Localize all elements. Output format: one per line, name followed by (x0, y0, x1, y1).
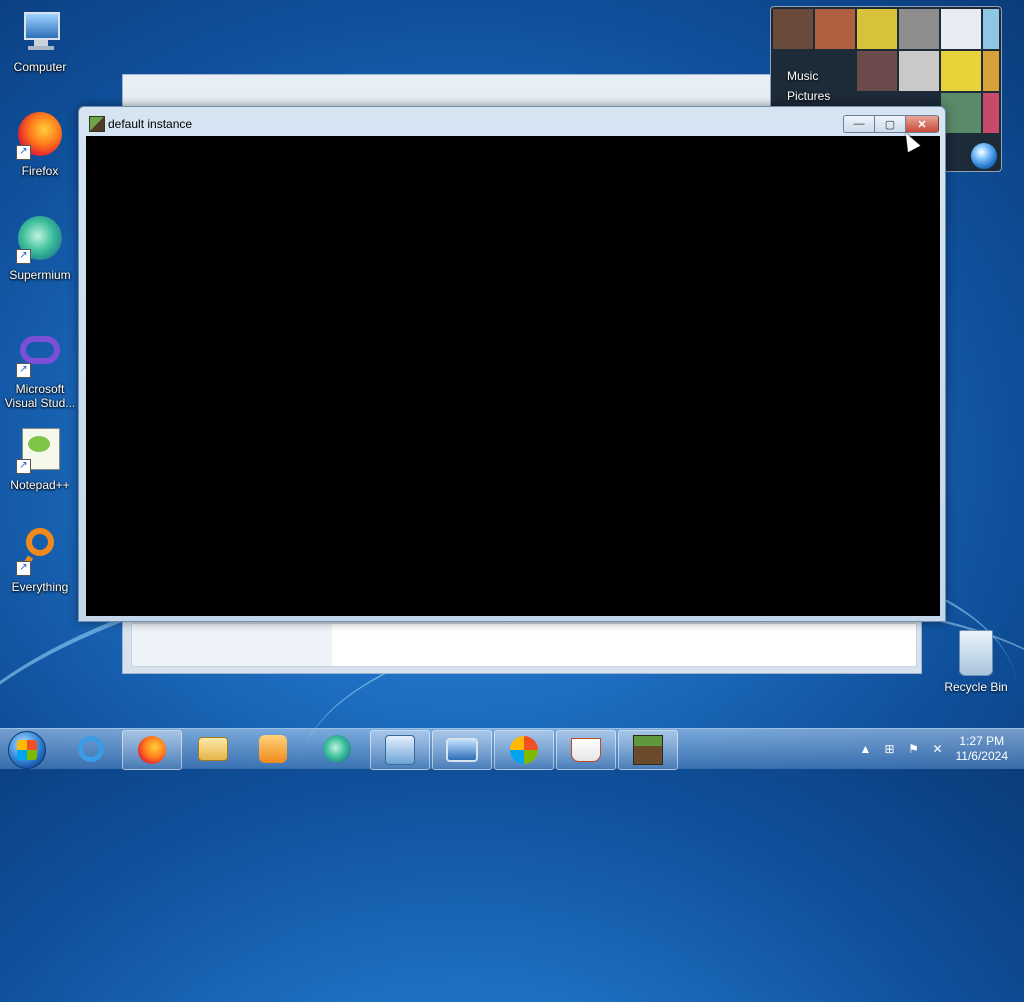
visual-studio-icon: ↗ (16, 330, 64, 378)
shortcut-arrow-icon: ↗ (16, 561, 31, 576)
supermium-icon: ↗ (16, 216, 64, 264)
gadget-tile (983, 93, 999, 133)
taskbar-internet-explorer[interactable] (62, 730, 120, 768)
desktop-icon-firefox[interactable]: ↗ Firefox (0, 112, 80, 178)
action-center-flag-icon[interactable]: ⚑ (904, 739, 924, 759)
desktop-icon-supermium[interactable]: ↗ Supermium (0, 216, 80, 282)
windows-update-icon (510, 736, 538, 764)
window-titlebar[interactable]: default instance — ▢ ✕ (79, 107, 945, 135)
monitor-icon (446, 738, 478, 762)
supermium-icon (323, 735, 351, 763)
minecraft-block-icon (633, 735, 663, 765)
volume-muted-icon[interactable]: ✕ (928, 739, 948, 759)
desktop-icon-label: Recycle Bin (938, 680, 1014, 694)
tray-clock[interactable]: 1:27 PM 11/6/2024 (948, 734, 1024, 764)
gadget-item-pictures[interactable]: Pictures (787, 89, 830, 103)
window-controls: — ▢ ✕ (843, 115, 939, 133)
taskbar-java[interactable] (556, 730, 616, 770)
window-title: default instance (108, 117, 192, 131)
desktop-icon-visual-studio[interactable]: ↗ Microsoft Visual Stud... (0, 330, 80, 410)
shortcut-arrow-icon: ↗ (16, 459, 31, 474)
computer-icon (16, 8, 64, 56)
desktop-icon-recycle-bin[interactable]: Recycle Bin (938, 630, 1014, 694)
gadget-tile (899, 51, 939, 91)
desktop-icon-label: Computer (0, 60, 80, 74)
taskbar-media-player[interactable] (244, 730, 302, 768)
taskbar-control-panel[interactable] (370, 730, 430, 770)
system-tray: ▲ ⊞ ⚑ ✕ 1:27 PM 11/6/2024 (852, 729, 1024, 769)
gadget-tile (857, 9, 897, 49)
gadget-tile (815, 9, 855, 49)
taskbar-supermium[interactable] (308, 730, 366, 768)
gadget-tile (941, 93, 981, 133)
network-icon[interactable]: ⊞ (880, 739, 900, 759)
desktop-icon-computer[interactable]: Computer (0, 8, 80, 74)
app-window[interactable]: default instance — ▢ ✕ (78, 106, 946, 622)
internet-explorer-icon (78, 736, 104, 762)
background-window-content (131, 623, 917, 667)
gadget-tile (983, 51, 999, 91)
firefox-icon (138, 736, 166, 764)
gadget-tile (773, 9, 813, 49)
taskbar: ▲ ⊞ ⚑ ✕ 1:27 PM 11/6/2024 (0, 728, 1024, 769)
recycle-bin-icon (959, 630, 993, 676)
shortcut-arrow-icon: ↗ (16, 249, 31, 264)
shortcut-arrow-icon: ↗ (16, 363, 31, 378)
gadget-item-music[interactable]: Music (787, 69, 818, 83)
everything-search-icon: ↗ (16, 528, 64, 576)
gadget-tile (941, 9, 981, 49)
folder-icon (198, 737, 228, 761)
desktop-icon-everything[interactable]: ↗ Everything (0, 528, 80, 594)
windows-logo-icon (17, 740, 37, 760)
gadget-tile (899, 9, 939, 49)
firefox-icon: ↗ (16, 112, 64, 160)
taskbar-windows-update[interactable] (494, 730, 554, 770)
minimize-button[interactable]: — (843, 115, 874, 133)
gadget-tile (983, 9, 999, 49)
media-player-icon (259, 735, 287, 763)
tray-time: 1:27 PM (956, 734, 1009, 749)
show-hidden-icons-chevron-icon[interactable]: ▲ (856, 739, 876, 759)
taskbar-remote-desktop[interactable] (432, 730, 492, 770)
start-button[interactable] (8, 731, 46, 769)
desktop-icon-notepadpp[interactable]: ↗ Notepad++ (0, 426, 80, 492)
desktop-icon-label: Everything (0, 580, 80, 594)
tray-date: 11/6/2024 (956, 749, 1009, 764)
window-content-canvas[interactable] (86, 136, 940, 616)
desktop-icon-label: Firefox (0, 164, 80, 178)
control-panel-icon (385, 735, 415, 765)
gadget-tile (941, 51, 981, 91)
gadget-tile (857, 51, 897, 91)
desktop-icon-label: Microsoft Visual Stud... (0, 382, 80, 410)
background-window-sidebar (132, 624, 332, 666)
java-cup-icon (571, 738, 601, 762)
windows-orb-icon[interactable] (971, 143, 997, 169)
taskbar-file-explorer[interactable] (184, 730, 242, 768)
maximize-button[interactable]: ▢ (874, 115, 905, 133)
desktop-icon-label: Supermium (0, 268, 80, 282)
desktop-icon-label: Notepad++ (0, 478, 80, 492)
taskbar-firefox[interactable] (122, 730, 182, 770)
shortcut-arrow-icon: ↗ (16, 145, 31, 160)
taskbar-minecraft[interactable] (618, 730, 678, 770)
notepadpp-icon: ↗ (16, 426, 64, 474)
minecraft-block-icon (89, 116, 105, 132)
